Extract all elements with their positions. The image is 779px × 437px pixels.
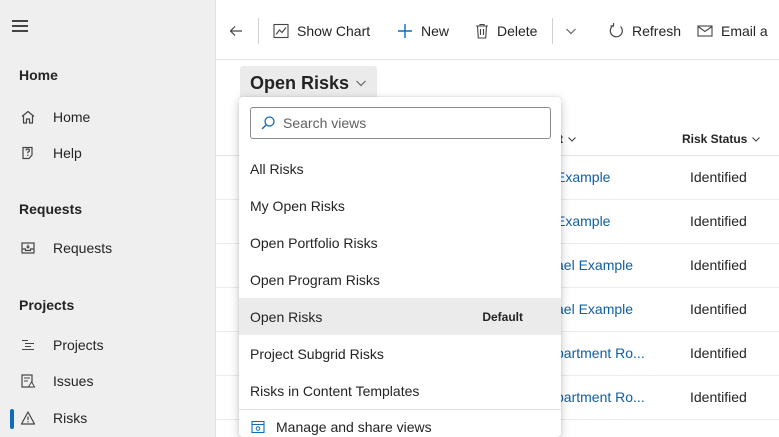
owner-link[interactable]: ael Example [556, 257, 633, 273]
owner-link[interactable]: Example [556, 213, 610, 229]
sidebar-item-label: Help [53, 145, 82, 161]
sidebar-item-label: Home [53, 109, 91, 125]
owner-link[interactable]: partment Ro... [556, 389, 645, 405]
chevron-down-icon [752, 137, 761, 142]
help-icon [20, 145, 36, 161]
view-selector-dropdown: All Risks My Open Risks Open Portfolio R… [239, 97, 561, 437]
active-indicator [10, 409, 14, 429]
search-icon [260, 115, 276, 131]
view-option-label: All Risks [250, 160, 304, 177]
view-option-label: My Open Risks [250, 197, 345, 214]
toolbar-divider [258, 18, 259, 44]
refresh-button[interactable]: Refresh [607, 20, 681, 42]
view-option-project-subgrid-risks[interactable]: Project Subgrid Risks [239, 335, 561, 372]
show-chart-label: Show Chart [297, 23, 371, 39]
column-header-owner[interactable]: t [559, 132, 577, 146]
column-header-label: Risk Status [682, 132, 748, 146]
view-option-label: Open Portfolio Risks [250, 234, 378, 251]
hamburger-menu-icon[interactable] [12, 20, 28, 32]
dropdown-divider [239, 409, 561, 410]
default-badge: Default [482, 309, 523, 324]
warning-icon [20, 410, 36, 426]
sidebar-item-requests[interactable]: Requests [0, 231, 216, 265]
new-label: New [421, 23, 450, 39]
owner-link[interactable]: ael Example [556, 301, 633, 317]
risk-status-cell: Identified [690, 257, 747, 273]
view-option-label: Open Risks [250, 308, 323, 325]
view-option-all-risks[interactable]: All Risks [239, 150, 561, 187]
sidebar-item-risks[interactable]: Risks [0, 401, 216, 435]
section-title-projects: Projects [19, 297, 75, 313]
chart-icon [272, 22, 290, 40]
toolbar-divider [552, 18, 553, 44]
sidebar-item-projects[interactable]: Projects [0, 328, 216, 362]
section-title-requests: Requests [19, 201, 83, 217]
view-title: Open Risks [250, 72, 350, 93]
chevron-down-icon [568, 137, 576, 142]
section-title-home: Home [19, 67, 58, 83]
command-bar: Show Chart New Delete Refresh Email a [216, 0, 779, 60]
delete-button[interactable]: Delete [474, 20, 537, 42]
sidebar-item-help[interactable]: Help [0, 136, 216, 170]
task-list-icon [20, 337, 36, 353]
sidebar-item-issues[interactable]: Issues [0, 364, 216, 398]
issue-icon [20, 373, 36, 389]
sidebar: Home Home Help Requests Requests Project… [0, 0, 216, 437]
sidebar-item-label: Risks [53, 410, 88, 426]
home-icon [20, 109, 36, 125]
search-views-box[interactable] [250, 107, 551, 139]
manage-and-share-views-button[interactable]: Manage and share views [239, 415, 561, 437]
back-button[interactable] [228, 20, 251, 42]
view-option-label: Open Program Risks [250, 271, 380, 288]
manage-and-share-views-label: Manage and share views [276, 419, 432, 435]
inbox-icon [20, 240, 36, 256]
more-commands-dropdown[interactable] [565, 20, 584, 42]
email-link-icon [696, 22, 714, 40]
risk-status-cell: Identified [690, 389, 747, 405]
owner-link[interactable]: partment Ro... [556, 345, 645, 361]
view-option-my-open-risks[interactable]: My Open Risks [239, 187, 561, 224]
risk-status-cell: Identified [690, 213, 747, 229]
refresh-icon [607, 22, 625, 40]
trash-icon [474, 22, 490, 40]
risk-status-cell: Identified [690, 301, 747, 317]
manage-views-icon [250, 419, 266, 435]
sidebar-item-label: Requests [53, 240, 113, 256]
new-button[interactable]: New [396, 20, 449, 42]
email-link-label: Email a [721, 23, 768, 39]
column-header-risk-status[interactable]: Risk Status [682, 132, 761, 146]
search-views-input[interactable] [283, 115, 533, 131]
sidebar-item-label: Projects [53, 337, 104, 353]
delete-label: Delete [497, 23, 538, 39]
chevron-down-icon [355, 77, 367, 89]
view-option-open-program-risks[interactable]: Open Program Risks [239, 261, 561, 298]
view-option-label: Project Subgrid Risks [250, 345, 384, 362]
show-chart-button[interactable]: Show Chart [272, 20, 370, 42]
owner-link[interactable]: Example [556, 169, 610, 185]
view-option-open-portfolio-risks[interactable]: Open Portfolio Risks [239, 224, 561, 261]
back-arrow-icon [228, 23, 244, 39]
plus-icon [396, 22, 414, 40]
view-selector-button[interactable]: Open Risks [240, 66, 378, 100]
view-option-label: Risks in Content Templates [250, 382, 420, 399]
chevron-down-icon [565, 25, 577, 37]
sidebar-item-home[interactable]: Home [0, 100, 216, 134]
view-option-open-risks[interactable]: Open Risks Default [239, 298, 561, 335]
risk-status-cell: Identified [690, 345, 747, 361]
refresh-label: Refresh [632, 23, 682, 39]
email-link-button[interactable]: Email a [696, 20, 768, 42]
risk-status-cell: Identified [690, 169, 747, 185]
sidebar-item-label: Issues [53, 373, 94, 389]
view-option-risks-in-content-templates[interactable]: Risks in Content Templates [239, 372, 561, 409]
